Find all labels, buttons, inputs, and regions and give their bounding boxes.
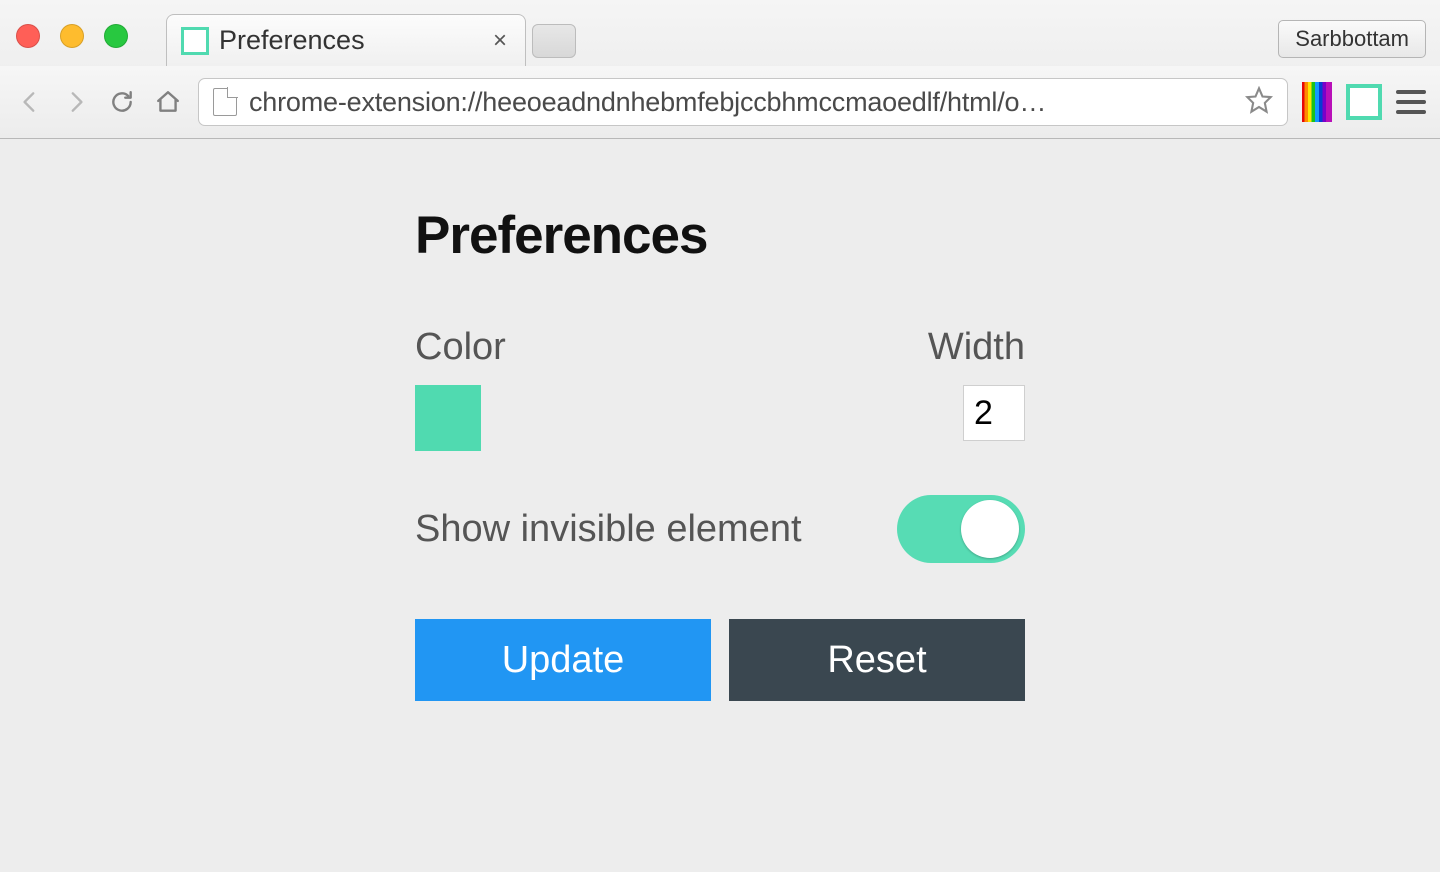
toolbar: chrome-extension://heeoeadndnhebmfebjccb…: [0, 66, 1440, 138]
new-tab-button[interactable]: [532, 24, 576, 58]
minimize-window-button[interactable]: [60, 24, 84, 48]
width-field: Width: [928, 326, 1025, 441]
color-label: Color: [415, 326, 506, 369]
browser-tab[interactable]: Preferences ×: [166, 14, 526, 66]
row-color-width: Color Width: [415, 326, 1025, 451]
home-button[interactable]: [152, 86, 184, 118]
width-label: Width: [928, 326, 1025, 369]
button-row: Update Reset: [415, 619, 1025, 701]
maximize-window-button[interactable]: [104, 24, 128, 48]
preferences-panel: Preferences Color Width Show invisible e…: [415, 205, 1025, 701]
titlebar: Preferences × Sarbbottam: [0, 0, 1440, 66]
color-swatch[interactable]: [415, 385, 481, 451]
update-button[interactable]: Update: [415, 619, 711, 701]
reset-button[interactable]: Reset: [729, 619, 1025, 701]
toggle-knob: [961, 500, 1019, 558]
tab-strip: Preferences ×: [166, 14, 576, 66]
close-tab-button[interactable]: ×: [493, 29, 507, 53]
forward-button[interactable]: [60, 86, 92, 118]
back-button[interactable]: [14, 86, 46, 118]
profile-button[interactable]: Sarbbottam: [1278, 20, 1426, 58]
window-controls: [16, 24, 128, 48]
bookmark-button[interactable]: [1245, 86, 1273, 119]
browser-chrome: Preferences × Sarbbottam chrome-extensio…: [0, 0, 1440, 139]
extension-focus-icon[interactable]: [1346, 84, 1382, 120]
menu-button[interactable]: [1396, 90, 1426, 114]
extension-rainbow-icon[interactable]: [1302, 82, 1332, 122]
row-show-invisible: Show invisible element: [415, 495, 1025, 563]
profile-name: Sarbbottam: [1295, 26, 1409, 52]
width-input[interactable]: [963, 385, 1025, 441]
address-bar[interactable]: chrome-extension://heeoeadndnhebmfebjccb…: [198, 78, 1288, 126]
show-invisible-label: Show invisible element: [415, 508, 802, 551]
page-title: Preferences: [415, 205, 1025, 266]
page-icon: [213, 88, 237, 116]
favicon-icon: [181, 27, 209, 55]
url-text: chrome-extension://heeoeadndnhebmfebjccb…: [249, 87, 1233, 118]
show-invisible-toggle[interactable]: [897, 495, 1025, 563]
color-field: Color: [415, 326, 506, 451]
reload-button[interactable]: [106, 86, 138, 118]
page: Preferences Color Width Show invisible e…: [0, 139, 1440, 872]
close-window-button[interactable]: [16, 24, 40, 48]
tab-title: Preferences: [219, 25, 365, 56]
